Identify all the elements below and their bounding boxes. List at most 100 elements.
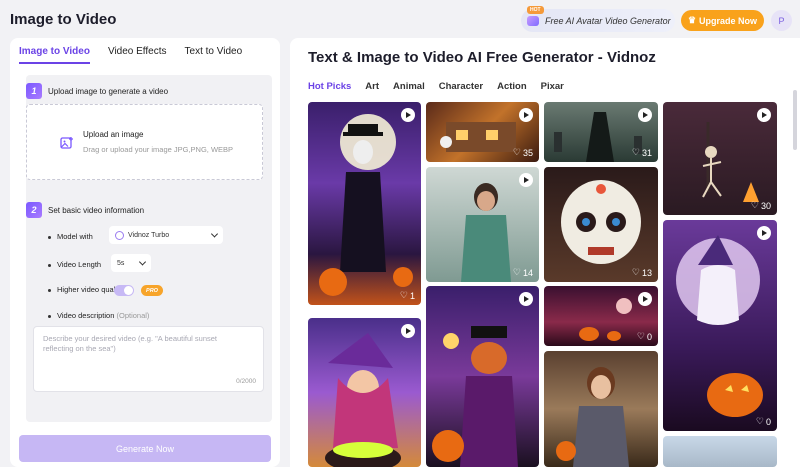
tab-image-to-video[interactable]: Image to Video bbox=[19, 46, 90, 64]
like-number: 14 bbox=[522, 267, 533, 278]
heart-icon: ♡ bbox=[631, 147, 640, 157]
fox-wizard-thumbnail bbox=[432, 326, 518, 467]
bullet bbox=[48, 315, 51, 318]
like-count: ♡ 0 bbox=[756, 416, 771, 427]
play-icon[interactable] bbox=[519, 108, 533, 122]
like-count: ♡ 31 bbox=[632, 147, 652, 158]
category-animal[interactable]: Animal bbox=[393, 81, 425, 92]
play-icon[interactable] bbox=[401, 108, 415, 122]
app-title: Image to Video bbox=[10, 11, 117, 28]
tab-video-effects[interactable]: Video Effects bbox=[108, 46, 167, 64]
like-number: 31 bbox=[641, 147, 652, 158]
skeleton-thumbnail bbox=[319, 114, 413, 296]
play-icon[interactable] bbox=[638, 108, 652, 122]
avatar-generator-icon bbox=[527, 16, 539, 26]
category-action[interactable]: Action bbox=[497, 81, 527, 92]
step-2-title: Set basic video information bbox=[48, 206, 145, 215]
gallery-card[interactable]: ♡ 13 bbox=[544, 167, 658, 282]
heart-icon: ♡ bbox=[512, 147, 521, 157]
like-number: 1 bbox=[409, 290, 415, 301]
gallery-card[interactable]: ♡ 14 bbox=[426, 167, 539, 282]
play-icon[interactable] bbox=[519, 173, 533, 187]
upgrade-label: Upgrade Now bbox=[699, 15, 758, 26]
promo-text: Free AI Avatar Video Generator bbox=[545, 15, 671, 26]
like-number: 30 bbox=[760, 200, 771, 211]
tab-text-to-video[interactable]: Text to Video bbox=[185, 46, 243, 64]
witch-thumbnail bbox=[325, 333, 401, 467]
description-title: Video description bbox=[57, 311, 115, 320]
chevron-down-icon bbox=[210, 230, 219, 238]
heart-icon: ♡ bbox=[631, 267, 640, 277]
heart-icon: ♡ bbox=[512, 267, 521, 277]
character-count: 0/2000 bbox=[236, 378, 256, 385]
category-character[interactable]: Character bbox=[439, 81, 483, 92]
model-label: Model with bbox=[57, 232, 93, 241]
chevron-down-icon bbox=[138, 258, 147, 266]
description-optional: (Optional) bbox=[116, 311, 150, 320]
gallery-scrollbar[interactable] bbox=[793, 90, 797, 150]
like-number: 0 bbox=[765, 416, 771, 427]
bullet bbox=[48, 289, 51, 292]
category-tabs: Hot Picks Art Animal Character Action Pi… bbox=[308, 81, 564, 92]
length-select[interactable]: 5s bbox=[111, 254, 151, 272]
play-icon[interactable] bbox=[757, 226, 771, 240]
like-number: 35 bbox=[522, 147, 533, 158]
heart-icon: ♡ bbox=[636, 331, 645, 341]
gallery-card[interactable]: ♡ 0 bbox=[663, 220, 777, 431]
play-icon[interactable] bbox=[401, 324, 415, 338]
category-pixar[interactable]: Pixar bbox=[541, 81, 564, 92]
gallery-card[interactable] bbox=[426, 286, 539, 467]
sugar-skull-thumbnail bbox=[561, 180, 641, 264]
ghost-pumpkin-thumbnail bbox=[676, 235, 763, 417]
gallery-card[interactable] bbox=[308, 318, 421, 467]
mode-tabs: Image to Video Video Effects Text to Vid… bbox=[19, 46, 242, 64]
like-count: ♡ 13 bbox=[632, 267, 652, 278]
step-2-badge: 2 bbox=[26, 202, 42, 218]
upload-dropzone[interactable]: Upload an image Drag or upload your imag… bbox=[26, 104, 263, 180]
pro-badge: PRO bbox=[141, 285, 163, 296]
victorian-lady-thumbnail bbox=[556, 367, 629, 467]
gallery-card[interactable] bbox=[663, 436, 777, 467]
promo-banner[interactable]: HOT Free AI Avatar Video Generator bbox=[521, 6, 675, 32]
model-select[interactable]: Vidnoz Turbo bbox=[109, 226, 223, 244]
top-bar: Image to Video HOT Free AI Avatar Video … bbox=[0, 0, 800, 40]
page-title: Text & Image to Video AI Free Generator … bbox=[308, 49, 656, 66]
length-value: 5s bbox=[117, 259, 125, 267]
upgrade-button[interactable]: ♛ Upgrade Now bbox=[681, 10, 764, 31]
like-count: ♡ 0 bbox=[637, 331, 652, 342]
hot-badge: HOT bbox=[527, 6, 544, 14]
settings-box: 1 Upload image to generate a video Uploa… bbox=[26, 75, 272, 422]
play-icon[interactable] bbox=[519, 292, 533, 306]
play-icon[interactable] bbox=[757, 108, 771, 122]
play-icon[interactable] bbox=[638, 292, 652, 306]
upload-formats: Drag or upload your image JPG,PNG, WEBP bbox=[83, 145, 234, 154]
quality-toggle[interactable] bbox=[114, 285, 134, 296]
like-count: ♡ 30 bbox=[751, 200, 771, 211]
heart-icon: ♡ bbox=[755, 416, 764, 426]
like-count: ♡ 14 bbox=[513, 267, 533, 278]
like-number: 13 bbox=[641, 267, 652, 278]
description-textarea[interactable]: Describe your desired video (e.g. "A bea… bbox=[33, 326, 264, 392]
like-count: ♡ 1 bbox=[400, 290, 415, 301]
heart-icon: ♡ bbox=[750, 200, 759, 210]
description-label: Video description (Optional) bbox=[57, 311, 149, 320]
quality-label: Higher video quality bbox=[57, 285, 123, 294]
length-label: Video Length bbox=[57, 260, 102, 269]
category-art[interactable]: Art bbox=[365, 81, 379, 92]
gallery-card[interactable]: ♡ 1 bbox=[308, 102, 421, 305]
gallery-card[interactable]: ♡ 30 bbox=[663, 102, 777, 215]
bullet bbox=[48, 236, 51, 239]
gallery-card[interactable]: ♡ 35 bbox=[426, 102, 539, 162]
user-avatar[interactable]: P bbox=[771, 10, 792, 31]
gallery-card[interactable] bbox=[544, 351, 658, 467]
description-placeholder: Describe your desired video (e.g. "A bea… bbox=[43, 334, 218, 353]
gallery-card[interactable]: ♡ 31 bbox=[544, 102, 658, 162]
category-hot-picks[interactable]: Hot Picks bbox=[308, 81, 351, 92]
model-value: Vidnoz Turbo bbox=[128, 231, 170, 239]
heart-icon: ♡ bbox=[399, 290, 408, 300]
gallery-card[interactable]: ♡ 0 bbox=[544, 286, 658, 346]
generate-button[interactable]: Generate Now bbox=[19, 435, 271, 462]
step-1-badge: 1 bbox=[26, 83, 42, 99]
upload-title: Upload an image bbox=[83, 130, 144, 139]
gallery-panel: Text & Image to Video AI Free Generator … bbox=[290, 38, 800, 467]
